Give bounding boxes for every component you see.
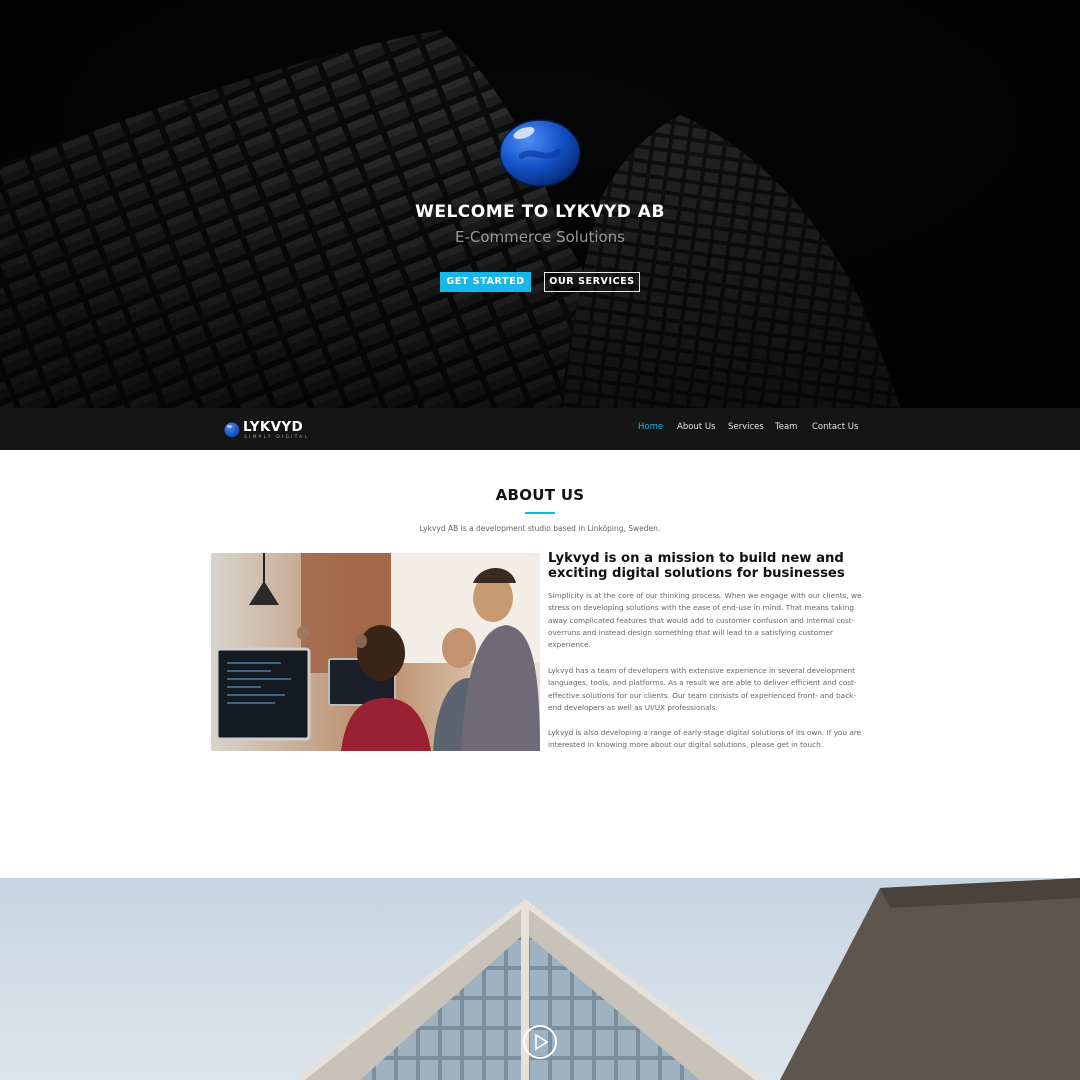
- main-navbar: LYKVYD SIMPLY DIGITAL Home About Us Serv…: [0, 408, 1080, 450]
- hero-title: WELCOME TO LYKVYD AB: [415, 202, 665, 222]
- nav-item-services[interactable]: Services: [728, 422, 764, 432]
- nav-item-home[interactable]: Home: [638, 422, 663, 432]
- nav-item-contact-us[interactable]: Contact Us: [812, 422, 858, 432]
- about-paragraph-2: Lykvyd has a team of developers with ext…: [548, 666, 857, 712]
- brand-sphere-icon: [224, 422, 240, 438]
- about-headline: Lykvyd is on a mission to build new and …: [548, 551, 845, 581]
- blue-sphere-logo-icon: [499, 119, 581, 187]
- team-photo: [211, 553, 540, 751]
- brand-name: LYKVYD: [243, 419, 303, 435]
- about-paragraph-3: Lykvyd is also developing a range of ear…: [548, 728, 862, 750]
- our-services-button[interactable]: OUR SERVICES: [544, 272, 640, 292]
- title-underline: [525, 512, 555, 514]
- hero-subtitle: E-Commerce Solutions: [455, 228, 625, 246]
- nav-item-team[interactable]: Team: [775, 422, 797, 432]
- play-circle-icon[interactable]: [522, 1024, 558, 1060]
- about-intro: Lykvyd AB is a development studio based …: [419, 524, 661, 533]
- get-started-button[interactable]: GET STARTED: [440, 272, 531, 292]
- hero-section: WELCOME TO LYKVYD AB E-Commerce Solution…: [0, 0, 1080, 408]
- brand-logo[interactable]: LYKVYD SIMPLY DIGITAL: [224, 419, 314, 441]
- about-title: ABOUT US: [495, 486, 585, 504]
- video-section: [0, 878, 1080, 1080]
- brand-tagline: SIMPLY DIGITAL: [244, 435, 310, 440]
- nav-item-about-us[interactable]: About Us: [677, 422, 715, 432]
- about-paragraph-1: Simplicity is at the core of our thinkin…: [548, 591, 862, 650]
